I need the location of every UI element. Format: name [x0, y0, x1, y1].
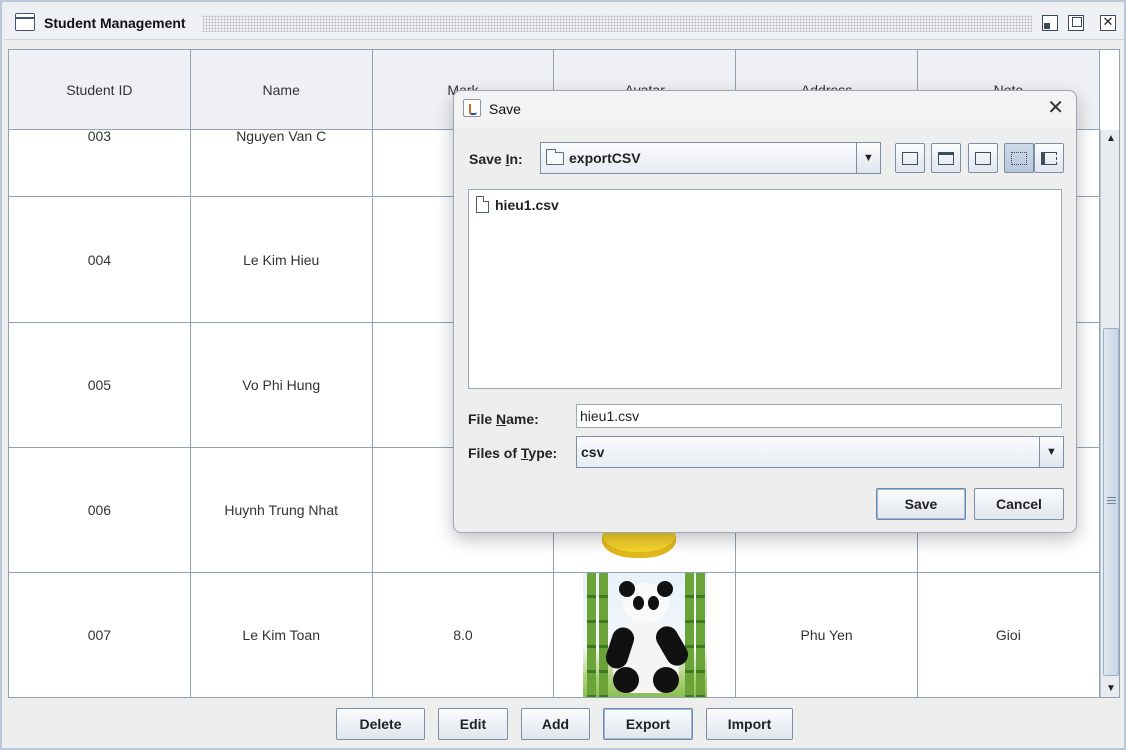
window-title: Student Management [44, 15, 186, 31]
scroll-down-icon[interactable]: ▼ [1104, 682, 1118, 696]
bamboo-stalk [684, 573, 694, 697]
cell-name: Vo Phi Hung [191, 323, 373, 447]
files-of-type-label: Files of Type: [468, 445, 558, 461]
chevron-down-icon[interactable]: ▼ [1039, 437, 1063, 467]
import-button[interactable]: Import [706, 708, 793, 740]
scroll-up-icon[interactable]: ▲ [1104, 132, 1118, 146]
cell-student-id: 004 [9, 198, 191, 322]
maximize-icon[interactable] [1068, 15, 1084, 31]
window-app-icon [15, 13, 35, 31]
folder-icon [546, 149, 564, 165]
panda-head [618, 581, 673, 623]
save-dialog: Save ✕ Save In: exportCSV ▼ hieu1.csv Fi… [453, 90, 1077, 533]
panda-eye [647, 596, 659, 610]
file-name: hieu1.csv [495, 197, 559, 213]
home-button[interactable] [931, 143, 961, 173]
list-view-icon [1011, 151, 1027, 165]
java-icon [463, 99, 481, 117]
panda-ear [618, 581, 635, 597]
file-list[interactable]: hieu1.csv [468, 189, 1062, 389]
save-in-combo[interactable]: exportCSV ▼ [540, 142, 881, 174]
panda-eye [632, 596, 644, 610]
cell-avatar [554, 573, 737, 697]
home-icon [938, 151, 954, 165]
dialog-close-icon[interactable]: ✕ [1047, 98, 1064, 118]
cell-name: Le Kim Hieu [191, 198, 373, 322]
save-in-value: exportCSV [569, 150, 641, 166]
iconify-icon[interactable] [1042, 15, 1058, 31]
dialog-title: Save [489, 101, 521, 117]
cell-address: Phu Yen [736, 573, 918, 697]
panda-leg [652, 667, 679, 693]
edit-button[interactable]: Edit [438, 708, 508, 740]
cell-name: Huynh Trung Nhat [191, 448, 373, 572]
dialog-title-bar[interactable]: Save ✕ [454, 91, 1076, 127]
panda-ear [656, 581, 673, 597]
table-vertical-scrollbar[interactable]: ▲ ▼ [1100, 130, 1119, 697]
details-view-button[interactable] [1034, 143, 1064, 173]
cell-student-id: 003 [9, 130, 191, 196]
cell-note: Gioi [918, 573, 1100, 697]
files-of-type-value: csv [581, 444, 605, 460]
bamboo-stalk [695, 573, 705, 697]
save-button[interactable]: Save [876, 488, 966, 520]
save-in-label: Save In: [469, 151, 523, 167]
delete-button[interactable]: Delete [336, 708, 425, 740]
up-folder-icon [902, 151, 918, 165]
panda-avatar-image [582, 573, 707, 697]
scrollbar-thumb[interactable] [1103, 328, 1119, 676]
export-button[interactable]: Export [603, 708, 693, 740]
cell-student-id: 006 [9, 448, 191, 572]
cancel-button[interactable]: Cancel [974, 488, 1064, 520]
bamboo-stalk [586, 573, 596, 697]
cell-name: Nguyen Van C [191, 130, 373, 196]
up-one-level-button[interactable] [895, 143, 925, 173]
column-header-name[interactable]: Name [191, 50, 373, 130]
table-row[interactable]: 007 Le Kim Toan 8.0 Phu Yen Gioi [9, 573, 1100, 697]
list-view-button[interactable] [1004, 143, 1034, 173]
new-folder-button[interactable] [968, 143, 998, 173]
cell-student-id: 005 [9, 323, 191, 447]
add-button[interactable]: Add [521, 708, 590, 740]
column-header-student-id[interactable]: Student ID [9, 50, 191, 130]
panda-leg [612, 667, 639, 693]
file-name-label: File Name: [468, 411, 539, 427]
file-name-field[interactable]: hieu1.csv [576, 404, 1062, 428]
cell-name: Le Kim Toan [191, 573, 373, 697]
files-of-type-combo[interactable]: csv ▼ [576, 436, 1064, 468]
chevron-down-icon[interactable]: ▼ [856, 143, 880, 173]
action-bar: Delete Edit Add Export Import [2, 702, 1126, 746]
cell-mark: 8.0 [373, 573, 555, 697]
bamboo-stalk [598, 573, 608, 697]
scrollbar-grip-icon [1107, 497, 1116, 504]
file-icon [476, 196, 489, 213]
close-icon[interactable]: ✕ [1100, 15, 1116, 31]
details-view-icon [1041, 151, 1057, 165]
title-bar-grip [202, 15, 1032, 32]
window-title-bar[interactable]: Student Management ✕ [4, 4, 1124, 40]
new-folder-icon [975, 151, 991, 165]
cell-student-id: 007 [9, 573, 191, 697]
